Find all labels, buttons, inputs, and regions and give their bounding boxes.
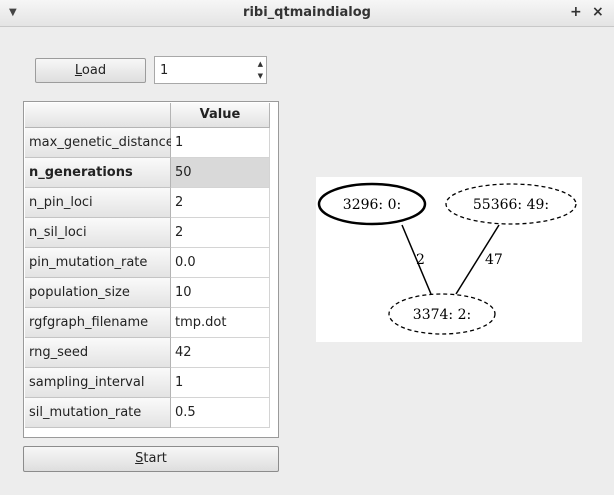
table-row[interactable]: sil_mutation_rate 0.5 <box>25 398 270 428</box>
start-button-label: tart <box>143 451 167 466</box>
value-cell[interactable]: 1 <box>171 128 270 158</box>
index-spinbox[interactable]: 1 ▲ ▼ <box>154 56 267 84</box>
spin-down-icon[interactable]: ▼ <box>258 72 263 80</box>
graph-view: 3296: 0: 55366: 49: 3374: 2: 2 47 <box>316 177 582 342</box>
plus-icon[interactable]: + <box>570 4 582 20</box>
value-cell[interactable]: 2 <box>171 188 270 218</box>
row-header[interactable]: n_generations <box>25 158 171 188</box>
table-row[interactable]: pin_mutation_rate 0.0 <box>25 248 270 278</box>
spin-up-icon[interactable]: ▲ <box>258 60 263 68</box>
parameters-table[interactable]: Value max_genetic_distance 1 n_generations… <box>23 101 279 438</box>
table-row[interactable]: sampling_interval 1 <box>25 368 270 398</box>
value-cell[interactable]: 0.0 <box>171 248 270 278</box>
column-header-value[interactable]: Value <box>171 103 270 128</box>
load-button-mnemonic: L <box>74 63 82 78</box>
table-row[interactable]: n_sil_loci 2 <box>25 218 270 248</box>
graph-svg: 3296: 0: 55366: 49: 3374: 2: 2 47 <box>317 182 577 335</box>
value-cell[interactable]: 2 <box>171 218 270 248</box>
window-title: ribi_qtmaindialog <box>243 5 371 20</box>
graph-node-label: 3296: 0: <box>343 197 401 213</box>
table-row[interactable]: max_genetic_distance 1 <box>25 128 270 158</box>
close-icon[interactable]: × <box>592 4 604 20</box>
row-header[interactable]: rgfgraph_filename <box>25 308 171 338</box>
value-cell[interactable]: 10 <box>171 278 270 308</box>
table-row[interactable]: n_generations 50 <box>25 158 270 188</box>
title-bar: ▼ ribi_qtmaindialog + × <box>0 0 614 27</box>
value-cell[interactable]: 1 <box>171 368 270 398</box>
table-row[interactable]: n_pin_loci 2 <box>25 188 270 218</box>
start-button[interactable]: Start <box>23 446 279 472</box>
row-header[interactable]: n_pin_loci <box>25 188 171 218</box>
row-header[interactable]: rng_seed <box>25 338 171 368</box>
table-row[interactable]: population_size 10 <box>25 278 270 308</box>
value-cell[interactable]: tmp.dot <box>171 308 270 338</box>
load-button[interactable]: Load <box>35 58 146 83</box>
spinbox-value: 1 <box>160 63 169 78</box>
row-header[interactable]: population_size <box>25 278 171 308</box>
value-cell[interactable]: 50 <box>171 158 270 188</box>
graph-edge-label: 2 <box>416 252 425 268</box>
table-row[interactable]: rng_seed 42 <box>25 338 270 368</box>
row-header[interactable]: n_sil_loci <box>25 218 171 248</box>
row-header[interactable]: sampling_interval <box>25 368 171 398</box>
row-header[interactable]: pin_mutation_rate <box>25 248 171 278</box>
graph-node-label: 55366: 49: <box>473 197 549 213</box>
load-button-label: oad <box>81 63 107 78</box>
row-header[interactable]: max_genetic_distance <box>25 128 174 158</box>
value-cell[interactable]: 0.5 <box>171 398 270 428</box>
graph-edge-label: 47 <box>485 252 503 268</box>
row-header[interactable]: sil_mutation_rate <box>25 398 171 428</box>
graph-node-label: 3374: 2: <box>413 307 471 323</box>
table-row[interactable]: rgfgraph_filename tmp.dot <box>25 308 270 338</box>
table-corner[interactable] <box>25 103 171 128</box>
value-cell[interactable]: 42 <box>171 338 270 368</box>
